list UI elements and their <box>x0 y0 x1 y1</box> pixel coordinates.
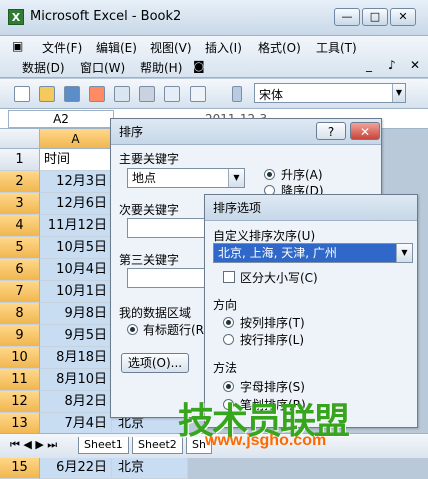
table-cell-a[interactable]: 10月1日 <box>40 281 112 303</box>
left-to-right-radio[interactable] <box>223 334 234 345</box>
case-sensitive-label: 区分大小写(C) <box>240 271 318 285</box>
chevron-down-icon[interactable]: ▼ <box>392 84 405 102</box>
table-cell-a[interactable]: 10月4日 <box>40 259 112 281</box>
table-cell-a[interactable]: 8月18日 <box>40 347 112 369</box>
open-folder-icon[interactable] <box>39 86 55 102</box>
primary-key-value: 地点 <box>132 171 157 185</box>
has-header-label: 有标题行(R) <box>143 323 209 337</box>
primary-key-label: 主要关键字 <box>119 152 180 166</box>
new-file-icon[interactable] <box>14 86 30 102</box>
email-icon[interactable] <box>114 86 130 102</box>
row-header[interactable]: 9 <box>0 325 40 347</box>
menu-insert[interactable]: 插入(I) <box>205 39 242 56</box>
tertiary-key-label: 第三关键字 <box>119 253 180 267</box>
close-icon[interactable]: ✕ <box>350 122 380 140</box>
ascending-label: 升序(A) <box>281 168 323 182</box>
table-cell-a[interactable]: 6月22日 <box>40 457 112 479</box>
table-cell-a[interactable]: 9月5日 <box>40 325 112 347</box>
select-all-corner[interactable] <box>0 129 40 149</box>
watermark-url: www.jsgho.com <box>205 432 327 449</box>
minimize-button[interactable]: — <box>334 8 360 26</box>
row-header[interactable]: 3 <box>0 193 40 215</box>
row-header[interactable]: 6 <box>0 259 40 281</box>
left-to-right-label: 按行排序(L) <box>240 333 305 347</box>
top-to-bottom-radio[interactable] <box>223 317 234 328</box>
doc-minimize-button[interactable]: _ <box>366 58 372 72</box>
table-cell-b[interactable]: 北京 <box>112 457 188 479</box>
has-header-radio[interactable] <box>127 324 138 335</box>
doc-close-button[interactable]: ✕ <box>410 58 420 72</box>
spelling-icon[interactable] <box>190 86 206 102</box>
excel-menu-icon[interactable]: ▣ <box>12 39 23 53</box>
row-header[interactable]: 11 <box>0 369 40 391</box>
menu-data[interactable]: 数据(D) <box>22 59 65 76</box>
row-header[interactable]: 7 <box>0 281 40 303</box>
row-header[interactable]: 12 <box>0 391 40 413</box>
table-cell-a[interactable]: 12月6日 <box>40 193 112 215</box>
row-header[interactable]: 5 <box>0 237 40 259</box>
excel-icon: X <box>8 9 24 25</box>
row-header[interactable]: 13 <box>0 413 40 435</box>
letter-sort-radio[interactable] <box>223 381 234 392</box>
secondary-key-label: 次要关键字 <box>119 203 180 217</box>
table-cell-a[interactable]: 8月2日 <box>40 391 112 413</box>
name-box[interactable]: A2 <box>8 110 114 128</box>
row-header-1[interactable]: 1 <box>0 149 40 171</box>
chevron-down-icon: ▼ <box>228 169 244 187</box>
options-button[interactable]: 选项(O)... <box>121 353 189 373</box>
method-label: 方法 <box>213 361 238 375</box>
sort-options-title: 排序选项 <box>205 195 417 221</box>
table-cell-a[interactable]: 12月3日 <box>40 171 112 193</box>
menu-help[interactable]: 帮助(H) <box>140 59 182 76</box>
menu-file[interactable]: 文件(F) <box>42 39 82 56</box>
row-header[interactable]: 8 <box>0 303 40 325</box>
table-cell-a[interactable]: 9月8日 <box>40 303 112 325</box>
tab-sheet1[interactable]: Sheet1 <box>78 437 129 454</box>
primary-key-select[interactable]: 地点 ▼ <box>127 168 245 188</box>
table-cell-a[interactable]: 11月12日 <box>40 215 112 237</box>
menu-window[interactable]: 窗口(W) <box>80 59 125 76</box>
print-icon[interactable] <box>139 86 155 102</box>
custom-order-label: 自定义排序次序(U) <box>213 229 316 243</box>
close-button[interactable]: ✕ <box>390 8 416 26</box>
column-header-a[interactable]: A <box>40 129 112 149</box>
table-cell-a[interactable]: 7月4日 <box>40 413 112 435</box>
tab-sheet2[interactable]: Sheet2 <box>132 437 183 454</box>
camera-icon[interactable]: ◙ <box>193 59 205 73</box>
custom-order-select[interactable]: 北京, 上海, 天津, 广州 ▼ <box>213 243 413 263</box>
table-cell-a[interactable]: 10月5日 <box>40 237 112 259</box>
menu-bar: ▣ 文件(F) 编辑(E) 视图(V) 插入(I) 格式(O) 工具(T) 数据… <box>0 36 428 78</box>
save-icon[interactable] <box>64 86 80 102</box>
row-header[interactable]: 10 <box>0 347 40 369</box>
header-cell-a1[interactable]: 时间 <box>40 149 112 171</box>
window-title: Microsoft Excel - Book2 <box>30 9 182 24</box>
direction-label: 方向 <box>213 298 238 312</box>
tab-nav-arrows[interactable]: ⏮ ◀ ▶ ⏭ <box>10 438 57 452</box>
top-to-bottom-label: 按列排序(T) <box>240 316 305 330</box>
print-preview-icon[interactable] <box>164 86 180 102</box>
table-cell-a[interactable]: 8月10日 <box>40 369 112 391</box>
help-button[interactable]: ? <box>316 122 346 140</box>
menu-tools[interactable]: 工具(T) <box>316 39 357 56</box>
permission-icon[interactable] <box>89 86 105 102</box>
case-sensitive-checkbox[interactable] <box>223 271 235 283</box>
custom-order-value: 北京, 上海, 天津, 广州 <box>218 246 337 260</box>
data-range-label: 我的数据区域 <box>119 306 192 320</box>
menu-edit[interactable]: 编辑(E) <box>96 39 137 56</box>
restore-button[interactable]: □ <box>362 8 388 26</box>
row-header[interactable]: 4 <box>0 215 40 237</box>
chevron-down-icon: ▼ <box>396 244 412 262</box>
row-header[interactable]: 15 <box>0 457 40 479</box>
menu-format[interactable]: 格式(O) <box>258 39 301 56</box>
toolbar-options-icon[interactable] <box>232 86 242 102</box>
row-header[interactable]: 2 <box>0 171 40 193</box>
ascending-radio[interactable] <box>264 169 275 180</box>
font-name-select[interactable]: 宋体 <box>254 83 406 103</box>
doc-restore-button[interactable]: ♪ <box>388 58 396 72</box>
menu-view[interactable]: 视图(V) <box>150 39 192 56</box>
window-titlebar: X Microsoft Excel - Book2 — □ ✕ <box>0 0 428 36</box>
